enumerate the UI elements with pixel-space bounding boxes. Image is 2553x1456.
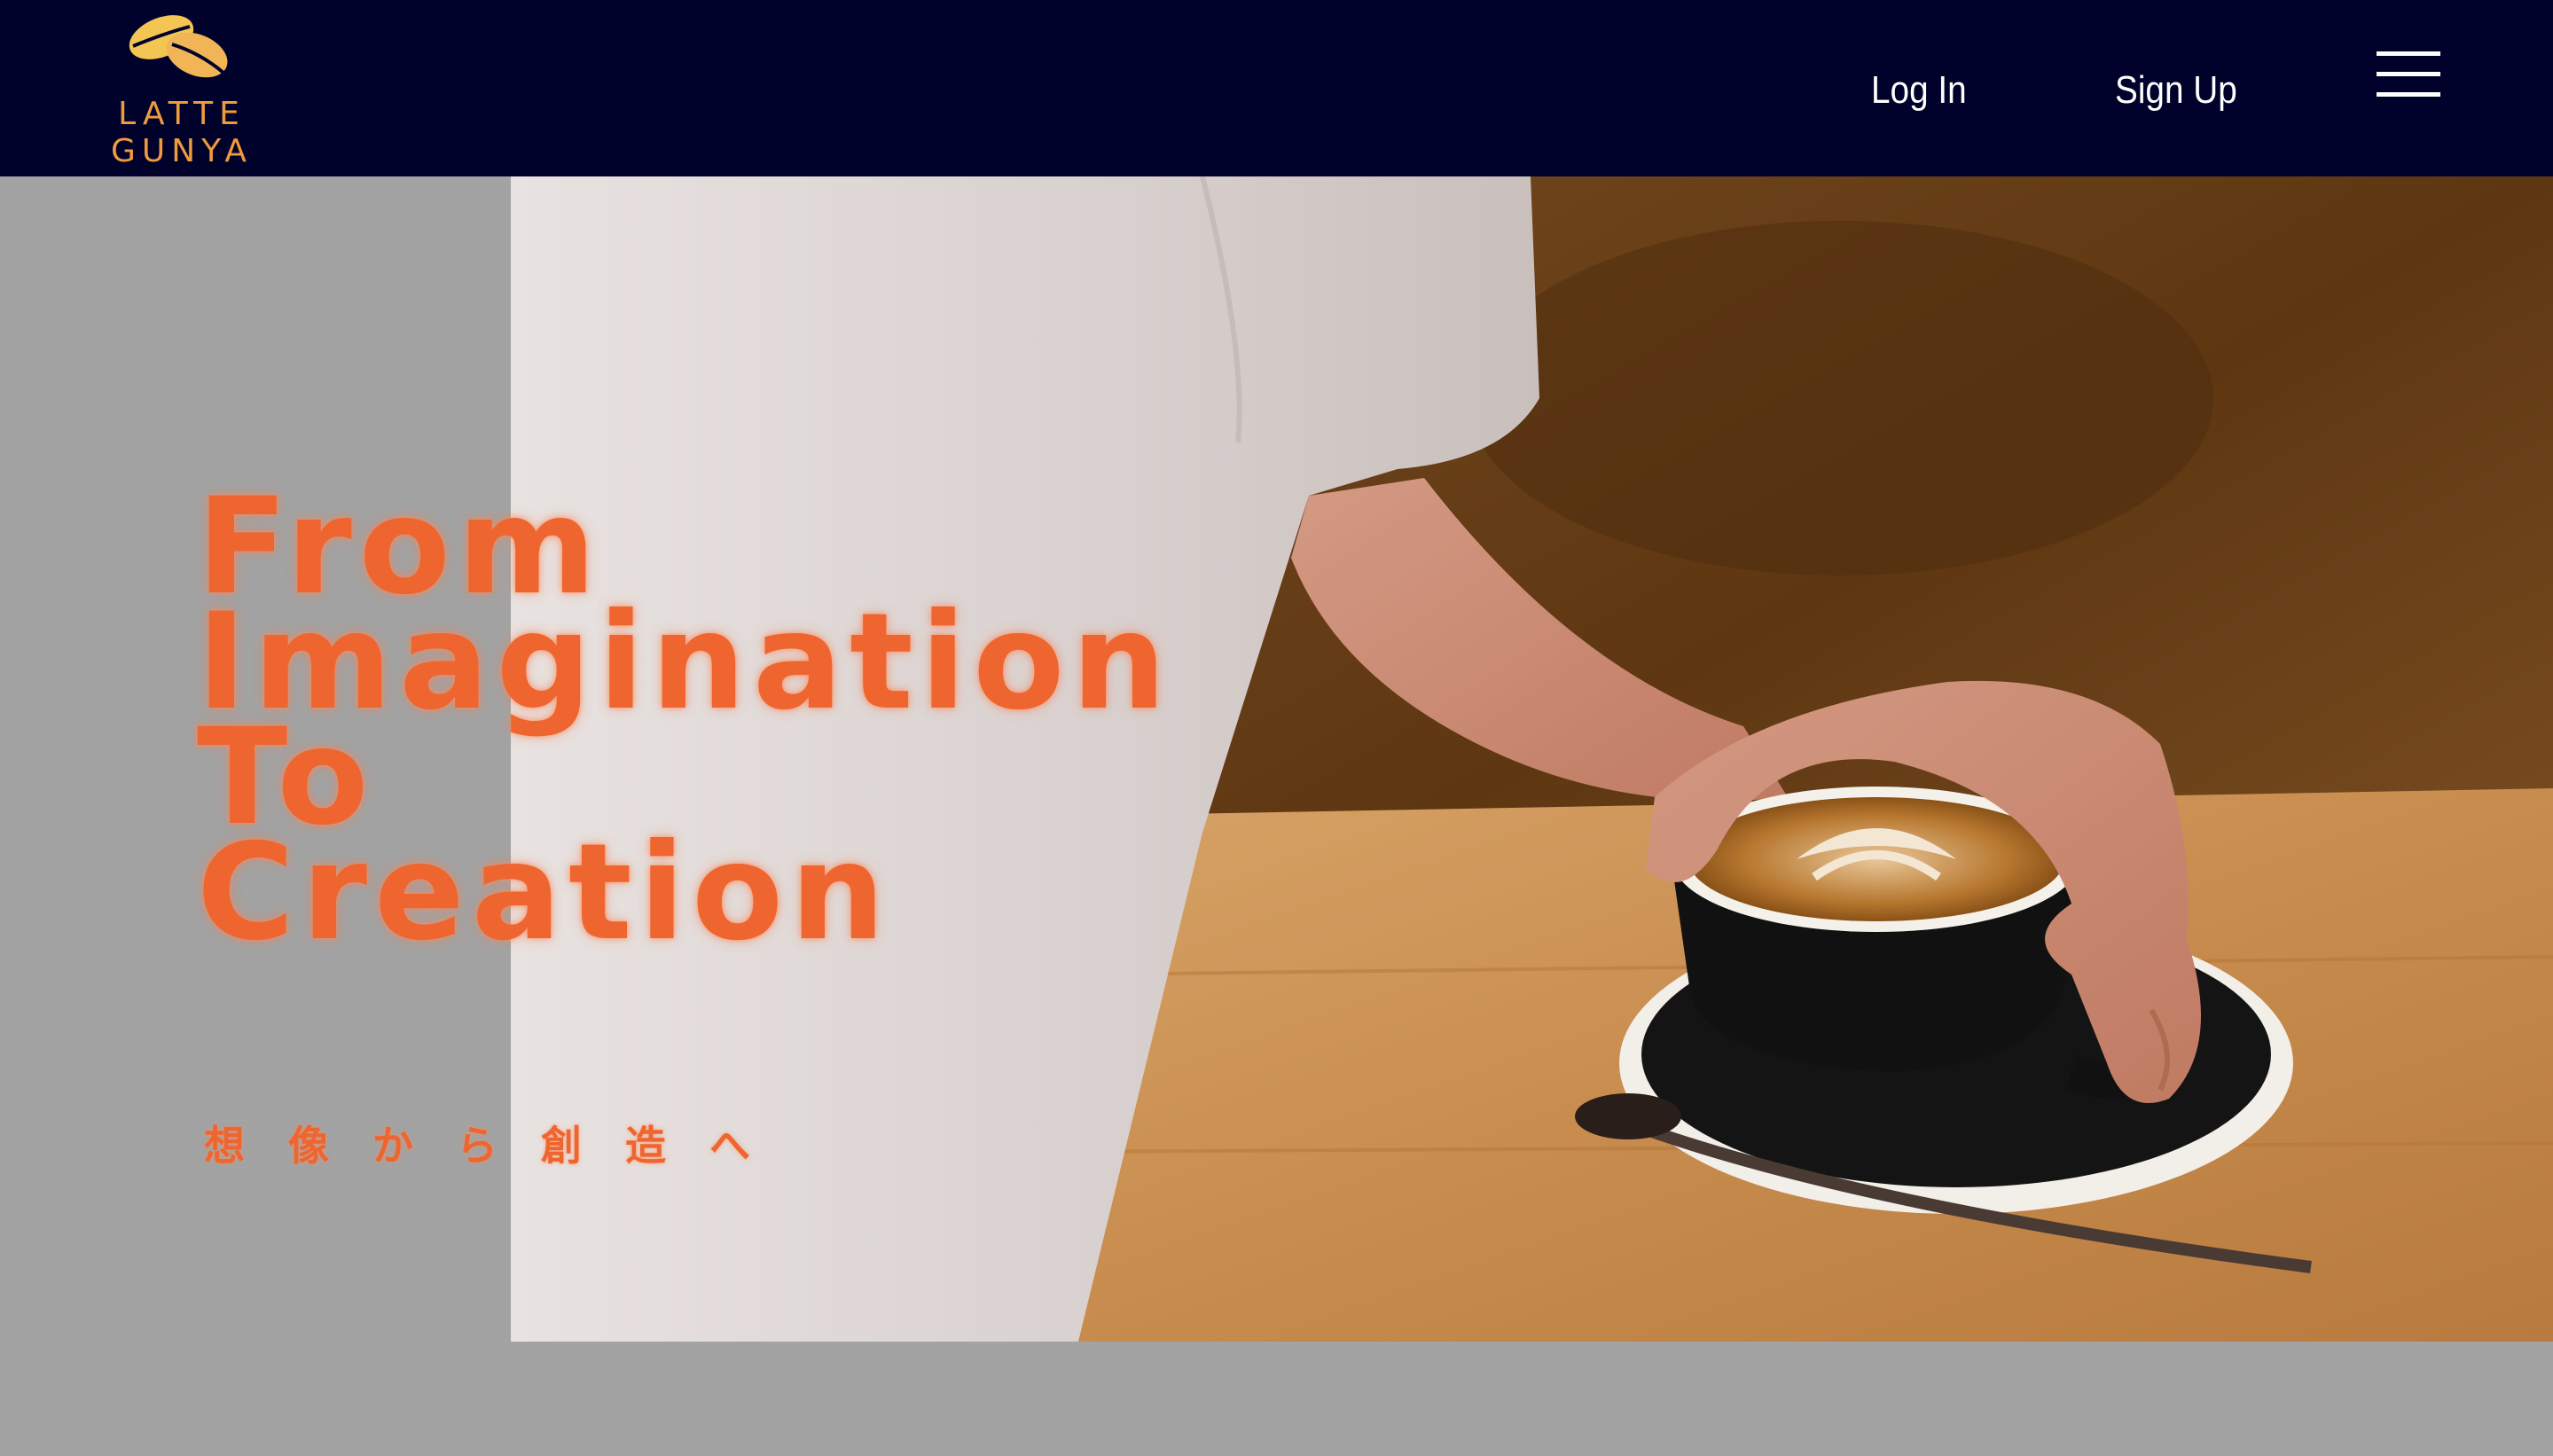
hero-headline: From Imagination To Creation xyxy=(197,481,1350,970)
signup-link[interactable]: Sign Up xyxy=(2115,66,2237,115)
headline-line-4: Creation xyxy=(197,816,892,970)
hero-tagline: 想像から創造へ xyxy=(204,1122,794,1170)
site-logo[interactable]: LATTE GUNYA xyxy=(93,7,270,169)
logo-text-line2: GUNYA xyxy=(111,133,253,169)
coffee-beans-icon xyxy=(129,15,228,78)
login-link[interactable]: Log In xyxy=(1871,66,1967,115)
landing-page: LATTE GUNYA Log In Sign Up From Imaginat… xyxy=(0,0,2553,1456)
hamburger-line xyxy=(2377,92,2440,97)
hamburger-line xyxy=(2377,72,2440,76)
site-header: LATTE GUNYA Log In Sign Up xyxy=(0,0,2553,176)
hamburger-line xyxy=(2377,51,2440,56)
hamburger-menu-icon[interactable] xyxy=(2377,50,2440,101)
logo-text-line1: LATTE xyxy=(118,96,246,132)
